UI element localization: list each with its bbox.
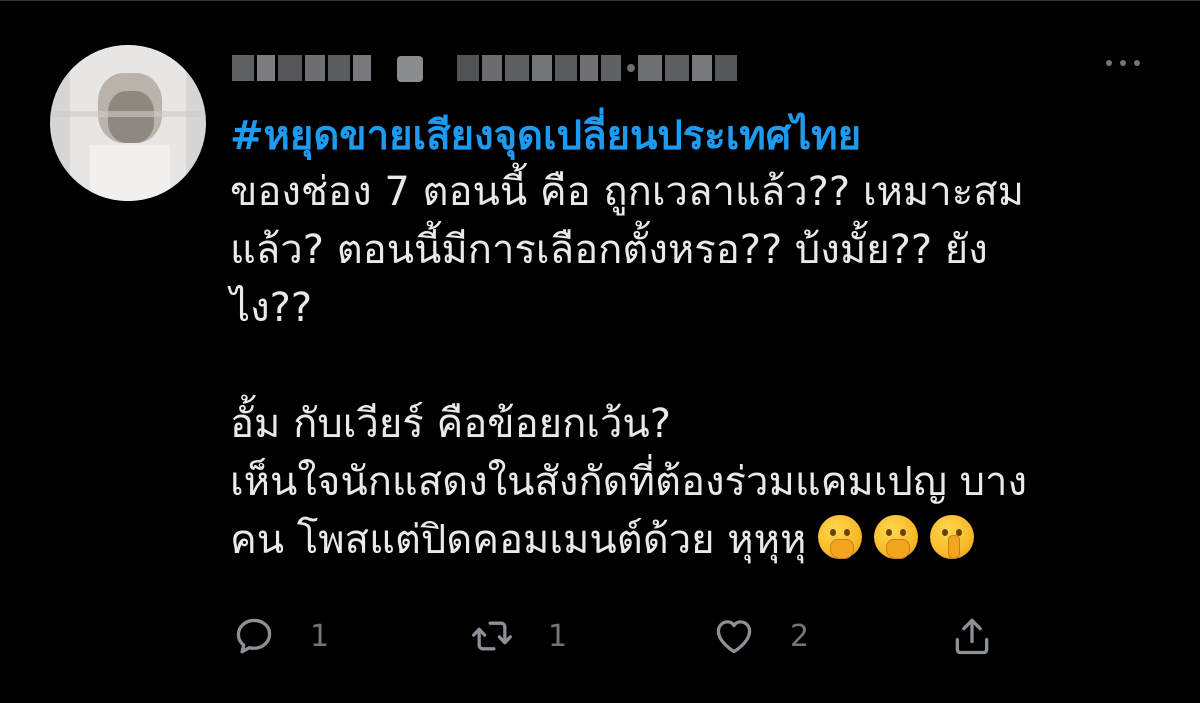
like-button[interactable]: 2 — [712, 611, 809, 661]
retweet-icon — [472, 621, 512, 651]
tweet-timestamp[interactable] — [627, 47, 737, 89]
retweet-count: 1 — [548, 618, 568, 654]
tweet-text-line: เห็นใจนักแสดงในสังกัดที่ต้องร่วมแคมเปญ บ… — [230, 459, 1027, 505]
face-with-hand-over-mouth-icon — [874, 515, 919, 559]
reply-button[interactable]: 1 — [232, 611, 329, 661]
face-with-hand-over-mouth-icon — [818, 515, 863, 559]
share-button[interactable] — [950, 611, 994, 661]
tweet-header — [232, 47, 1052, 89]
tweet-text-line: แล้ว? ตอนนี้มีการเลือกตั้งหรอ?? บ้งมั้ย?… — [230, 227, 988, 273]
avatar[interactable] — [50, 45, 206, 201]
reply-icon — [236, 618, 272, 654]
more-options-icon[interactable] — [1098, 53, 1148, 73]
heart-icon — [716, 620, 752, 654]
tweet[interactable]: #หยุดขายเสียงจุดเปลี่ยนประเทศไทย ของช่อง… — [0, 0, 1200, 703]
reply-count: 1 — [310, 618, 330, 654]
verified-badge-icon — [397, 56, 423, 82]
tweet-text: คน โพสแต่ปิดคอมเมนต์ด้วย หุหุหุ — [230, 517, 807, 563]
tweet-text-line: อั้ม กับเวียร์ คือข้อยกเว้น? — [230, 401, 671, 447]
hashtag-link[interactable]: #หยุดขายเสียงจุดเปลี่ยนประเทศไทย — [230, 109, 1130, 163]
share-icon — [955, 618, 989, 655]
tweet-text-line-last: คน โพสแต่ปิดคอมเมนต์ด้วย หุหุหุ — [230, 511, 1130, 569]
tweet-actions: 1 1 2 — [232, 611, 1012, 661]
author-handle[interactable] — [457, 47, 621, 89]
retweet-button[interactable]: 1 — [470, 611, 567, 661]
tweet-text-line: ของช่อง 7 ตอนนี้ คือ ถูกเวลาแล้ว?? เหมาะ… — [230, 169, 1024, 215]
tweet-body: #หยุดขายเสียงจุดเปลี่ยนประเทศไทย ของช่อง… — [230, 109, 1130, 569]
shushing-face-icon — [930, 515, 975, 559]
author-display-name[interactable] — [232, 47, 371, 89]
tweet-text-line: ไง?? — [230, 285, 313, 331]
like-count: 2 — [790, 618, 810, 654]
